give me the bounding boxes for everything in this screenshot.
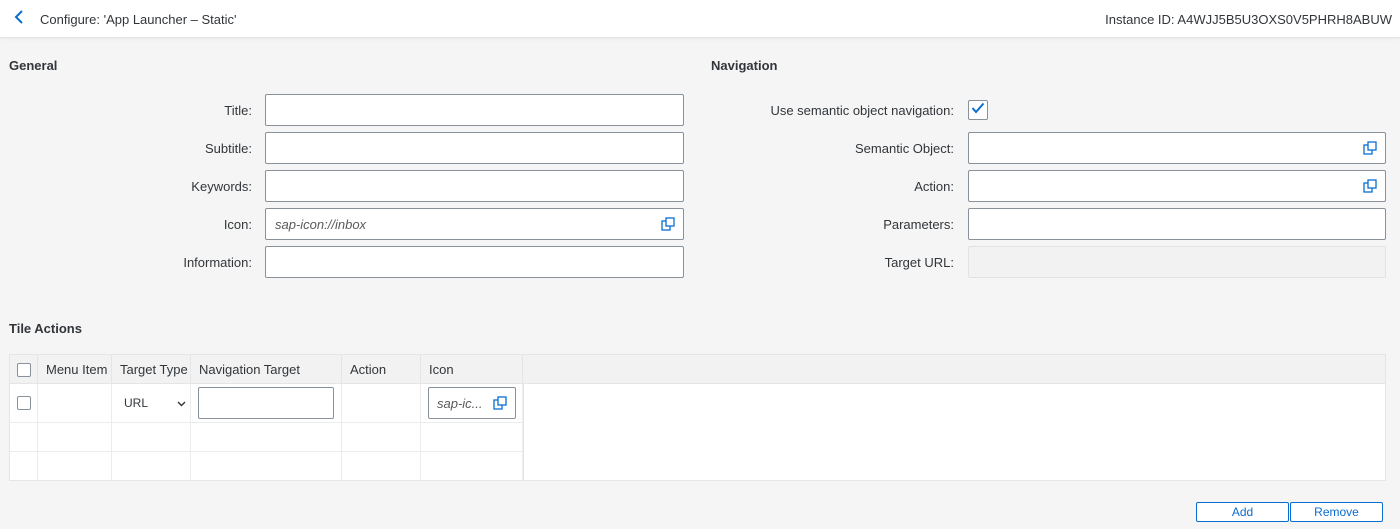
navigation-target-cell <box>191 384 342 422</box>
action-input[interactable] <box>968 170 1386 202</box>
subtitle-input[interactable] <box>265 132 684 164</box>
parameters-input[interactable] <box>968 208 1386 240</box>
information-label: Information: <box>183 255 252 270</box>
column-header-action[interactable]: Action <box>342 355 421 384</box>
checkmark-icon <box>971 101 985 119</box>
column-header-navigation-target[interactable]: Navigation Target <box>191 355 342 384</box>
navigation-target-input[interactable] <box>198 387 334 419</box>
chevron-down-icon <box>177 396 186 410</box>
icon-cell: sap-ic... <box>421 384 523 422</box>
empty-cell <box>112 423 191 451</box>
select-all-checkbox[interactable] <box>16 362 31 377</box>
chevron-left-icon <box>14 9 24 29</box>
empty-cell <box>342 423 421 451</box>
keywords-label: Keywords: <box>191 179 252 194</box>
back-button[interactable] <box>8 8 30 30</box>
empty-cell <box>421 452 523 480</box>
empty-cell <box>38 452 112 480</box>
column-header-target-type[interactable]: Target Type <box>112 355 191 384</box>
title-label: Title: <box>224 103 252 118</box>
empty-cell <box>112 452 191 480</box>
value-help-icon[interactable] <box>1363 141 1377 155</box>
use-semantic-checkbox[interactable] <box>968 100 988 120</box>
table-row <box>10 423 523 452</box>
remove-button[interactable]: Remove <box>1290 502 1383 522</box>
action-label: Action: <box>914 179 954 194</box>
table-row <box>10 452 523 480</box>
information-input[interactable] <box>265 246 684 278</box>
action-cell <box>342 384 421 422</box>
target-type-value: URL <box>124 396 149 410</box>
target-url-field <box>968 246 1386 278</box>
menu-item-cell <box>38 384 112 422</box>
subtitle-label: Subtitle: <box>205 141 252 156</box>
app-header: Configure: 'App Launcher – Static' Insta… <box>0 0 1400 38</box>
column-header-menu-item[interactable]: Menu Item <box>38 355 112 384</box>
column-header-icon[interactable]: Icon <box>421 355 523 384</box>
target-url-label: Target URL: <box>884 255 954 270</box>
value-help-icon[interactable] <box>661 217 675 231</box>
use-semantic-label: Use semantic object navigation: <box>770 103 954 118</box>
semantic-object-input[interactable] <box>968 132 1386 164</box>
empty-cell <box>10 452 38 480</box>
row-icon-placeholder: sap-ic... <box>437 395 483 411</box>
empty-cell <box>191 452 342 480</box>
page-title: Configure: 'App Launcher – Static' <box>40 12 237 27</box>
tile-actions-table: Menu Item Target Type Navigation Target … <box>9 354 1386 481</box>
title-input[interactable] <box>265 94 684 126</box>
empty-cell <box>342 452 421 480</box>
icon-input-placeholder: sap-icon://inbox <box>275 216 367 232</box>
navigation-section-title: Navigation <box>711 58 778 73</box>
value-help-icon[interactable] <box>1363 179 1377 193</box>
tile-actions-section-title: Tile Actions <box>9 321 82 336</box>
table-header: Menu Item Target Type Navigation Target … <box>10 355 1385 384</box>
semantic-object-label: Semantic Object: <box>855 141 954 156</box>
table-empty-area <box>523 384 1386 480</box>
select-all-cell <box>10 355 38 384</box>
value-help-icon[interactable] <box>493 396 507 410</box>
empty-cell <box>38 423 112 451</box>
keywords-input[interactable] <box>265 170 684 202</box>
parameters-label: Parameters: <box>883 217 954 232</box>
row-icon-input[interactable]: sap-ic... <box>428 387 516 419</box>
empty-cell <box>421 423 523 451</box>
target-type-select[interactable]: URL <box>122 393 192 413</box>
row-select-cell <box>10 384 38 422</box>
table-row[interactable]: URL sap-ic... <box>10 384 523 423</box>
icon-label: Icon: <box>223 217 252 232</box>
general-section-title: General <box>9 58 58 73</box>
instance-id: Instance ID: A4WJJ5B5U3OXS0V5PHRH8ABUW <box>1105 12 1392 27</box>
row-checkbox[interactable] <box>17 396 31 410</box>
icon-input[interactable]: sap-icon://inbox <box>265 208 684 240</box>
add-button[interactable]: Add <box>1196 502 1289 522</box>
empty-cell <box>10 423 38 451</box>
empty-cell <box>191 423 342 451</box>
